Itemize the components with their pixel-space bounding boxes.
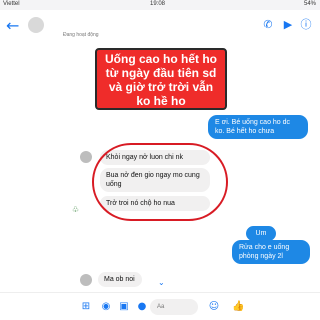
avatar[interactable] <box>28 17 44 33</box>
chevron-down-icon[interactable]: ⌄ <box>158 278 165 287</box>
red-annotation-box: Uống cao ho hết ho từ ngày đầu tiên sd v… <box>95 48 227 110</box>
info-icon[interactable]: ⓘ <box>300 19 312 31</box>
message-bubble-incoming[interactable]: Ma ob noi <box>98 272 142 287</box>
back-arrow-icon[interactable]: ← <box>6 16 19 35</box>
chat-header: ← Đang hoạt động ✆ ▶ ⓘ <box>0 10 320 41</box>
mic-icon[interactable]: ● <box>136 301 148 313</box>
carrier-label: Viettel <box>3 1 20 7</box>
annotation-line: từ ngày đầu tiên sd <box>105 66 217 80</box>
battery-level: 54% <box>303 1 316 7</box>
emoji-icon[interactable]: ☺ <box>208 301 220 313</box>
menu-icon[interactable]: ⊞ <box>80 301 92 313</box>
red-highlight-ring <box>92 143 228 221</box>
annotation-line: ko hề ho <box>136 94 186 108</box>
image-icon[interactable]: ▣ <box>118 301 130 313</box>
messenger-chat-screen: Viettel 19:08 54% ← Đang hoạt động ✆ ▶ ⓘ… <box>0 0 320 320</box>
status-bar: Viettel 19:08 54% <box>0 0 320 10</box>
avatar <box>80 151 92 163</box>
sticker-icon: ♧ <box>72 205 80 214</box>
composer-bar: ⊞ ◉ ▣ ● Aa ☺ 👍 <box>0 292 320 320</box>
annotation-line: Uống cao ho hết ho <box>105 52 217 66</box>
message-bubble-outgoing[interactable]: Um <box>246 226 276 241</box>
phone-icon[interactable]: ✆ <box>262 19 274 31</box>
video-icon[interactable]: ▶ <box>282 19 294 31</box>
like-icon[interactable]: 👍 <box>232 301 244 313</box>
message-bubble-outgoing[interactable]: E ơi. Bé uống cao ho dc ko. Bé hết ho ch… <box>208 115 308 139</box>
annotation-line: và giờ trở trời vẫn <box>108 80 214 94</box>
message-bubble-outgoing[interactable]: Rửa cho e uống phòng ngày 2l <box>232 240 310 264</box>
camera-icon[interactable]: ◉ <box>100 301 112 313</box>
clock: 19:08 <box>150 1 166 7</box>
contact-status: Đang hoạt động <box>63 32 99 38</box>
avatar <box>80 274 92 286</box>
message-input[interactable]: Aa <box>150 299 198 315</box>
